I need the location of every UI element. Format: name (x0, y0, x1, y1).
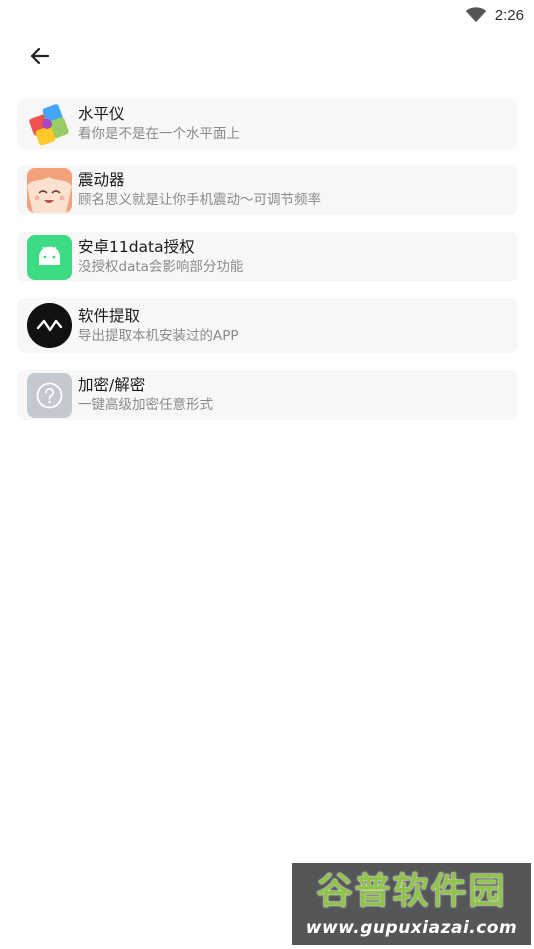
item-title: 震动器 (78, 171, 125, 189)
list-item-level[interactable]: 水平仪 看你是不是在一个水平面上 (17, 99, 518, 149)
watermark-title: 谷普软件园 (316, 871, 507, 912)
item-subtitle: 导出提取本机安装过的APP (78, 327, 239, 344)
item-title: 软件提取 (78, 306, 141, 325)
item-subtitle: 看你是不是在一个水平面上 (78, 126, 240, 142)
status-bar: 2:26 (0, 0, 534, 30)
tool-list: 水平仪 看你是不是在一个水平面上 震动器 顾名思义就是让你手机震动～可调节频率 … (17, 99, 518, 420)
screen: 2:26 水平仪 看你是不是在一个水平面上 震动器 顾名思义就是让你手机震动～可… (0, 0, 534, 949)
item-title: 安卓11data授权 (78, 238, 195, 256)
wifi-icon (465, 7, 487, 23)
watermark-url: www.gupuxiazai.com (305, 918, 518, 938)
status-time: 2:26 (494, 6, 524, 24)
item-title: 加密/解密 (78, 376, 146, 394)
anime-girl-avatar-icon (27, 167, 72, 213)
list-item-app-extract[interactable]: 软件提取 导出提取本机安装过的APP (17, 298, 518, 353)
arrow-back-icon (30, 47, 50, 65)
question-mark-icon (27, 372, 72, 418)
item-subtitle: 顾名思义就是让你手机震动～可调节频率 (78, 192, 321, 208)
item-subtitle: 一键高级加密任意形式 (78, 397, 213, 413)
list-item-android-data[interactable]: 安卓11data授权 没授权data会影响部分功能 (17, 232, 518, 282)
list-item-vibrator[interactable]: 震动器 顾名思义就是让你手机震动～可调节频率 (17, 165, 518, 215)
list-item-encrypt[interactable]: 加密/解密 一键高级加密任意形式 (17, 370, 518, 420)
watermark-logo: 谷普软件园 www.gupuxiazai.com (292, 863, 531, 945)
pulse-circle-icon (27, 303, 72, 348)
item-subtitle: 没授权data会影响部分功能 (78, 259, 244, 275)
puzzle-colorful-icon (27, 102, 72, 147)
item-title: 水平仪 (78, 105, 125, 123)
android-robot-icon (27, 234, 72, 280)
back-button[interactable] (18, 34, 62, 78)
